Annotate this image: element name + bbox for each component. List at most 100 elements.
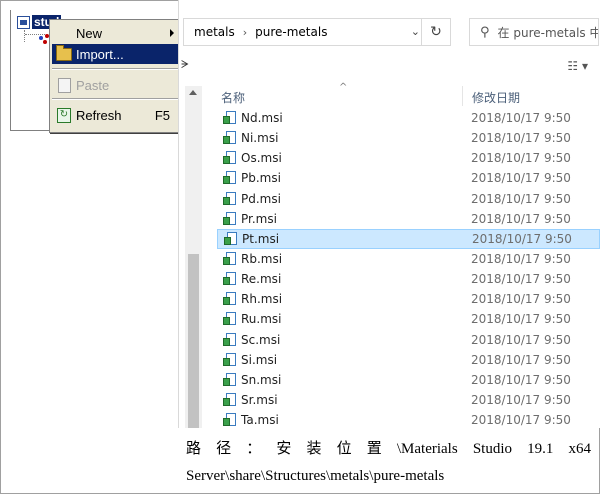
file-list: Nd.msi 2018/10/17 9:50 Ni.msi 2018/10/17 9:… [217,108,600,430]
menu-separator [52,98,178,100]
caption-word: 19.1 [527,441,554,457]
file-date: 2018/10/17 9:50 [471,372,571,387]
file-name: Rh.msi [241,292,283,307]
file-row[interactable]: Ru.msi 2018/10/17 9:50 [217,309,600,329]
file-name: Sc.msi [241,332,281,347]
file-row[interactable]: Pt.msi 2018/10/17 9:50 [217,228,600,249]
msi-file-icon [223,413,237,427]
file-name: Os.msi [241,151,282,166]
file-row[interactable]: Pr.msi 2018/10/17 9:50 [217,209,600,229]
file-name: Re.msi [241,272,282,287]
file-name: Pt.msi [242,231,280,246]
caption-word: 置 [366,441,382,457]
file-name: Ni.msi [241,131,279,146]
search-input[interactable]: 在 pure-metals 中 [498,24,598,41]
file-date: 2018/10/17 9:50 [471,352,571,367]
menu-item-shortcut: F5 [154,107,170,123]
caption-word: 路 [186,441,202,457]
file-name: Nd.msi [241,111,283,126]
file-row[interactable]: Rh.msi 2018/10/17 9:50 [217,289,600,309]
breadcrumb-metals[interactable]: metals [194,25,235,39]
toolbar-overflow-icon[interactable]: ᗒ [181,58,189,72]
file-date: 2018/10/17 9:50 [471,272,571,287]
file-row[interactable]: Sn.msi 2018/10/17 9:50 [217,370,600,390]
file-date: 2018/10/17 9:50 [471,312,571,327]
file-row[interactable]: Ta.msi 2018/10/17 9:50 [217,410,600,430]
caption-word: 径 [216,441,232,457]
msi-file-icon [223,131,237,145]
msi-file-icon [223,332,237,347]
file-name: Pr.msi [241,211,277,226]
column-divider[interactable] [462,86,463,106]
menu-item-paste[interactable]: Paste [52,75,178,95]
file-explorer: metals › pure-metals ⌄ ↻ ⚲ 在 pure-metals… [178,0,600,428]
scroll-thumb[interactable] [188,254,199,428]
menu-item-import[interactable]: Import... [52,44,178,64]
msi-file-icon [223,372,237,387]
msi-file-icon [223,272,237,286]
file-row[interactable]: Os.msi 2018/10/17 9:50 [217,148,600,168]
file-date: 2018/10/17 9:50 [471,171,571,186]
context-menu: New Import... Paste ↻ Refresh F5 [49,19,181,133]
chevron-down-icon[interactable]: ⌄ [411,25,420,38]
caption-word: 装 [306,441,322,457]
file-row[interactable]: Nd.msi 2018/10/17 9:50 [217,108,600,128]
view-options-button[interactable]: ☷ ▾ [567,59,588,73]
menu-item-label: Refresh [76,107,122,123]
msi-file-icon [223,171,237,185]
file-name: Si.msi [241,352,278,367]
msi-file-icon [223,111,237,125]
file-name: Ru.msi [241,312,282,327]
file-date: 2018/10/17 9:50 [471,131,571,146]
search-box[interactable]: ⚲ 在 pure-metals 中 [469,18,599,46]
menu-item-label: Paste [76,77,110,93]
caption-word: 安 [276,441,292,457]
caption: 路径 ： 安装位置 \Materials Studio 19.1 x64 Server\sh… [186,436,591,490]
file-row[interactable]: Sr.msi 2018/10/17 9:50 [217,390,600,410]
file-date: 2018/10/17 9:50 [471,252,571,267]
file-row[interactable]: Ni.msi 2018/10/17 9:50 [217,128,600,148]
menu-item-label: Import... [76,46,124,62]
scrollbar[interactable] [185,86,202,428]
folder-icon [56,44,72,62]
menu-item-refresh[interactable]: ↻ Refresh F5 [52,105,178,125]
project-icon [17,15,30,29]
file-name: Sr.msi [241,393,278,408]
tree-connector [24,30,26,42]
msi-file-icon [223,292,237,306]
file-row[interactable]: Rb.msi 2018/10/17 9:50 [217,249,600,269]
menu-separator [52,68,178,70]
column-header-date[interactable]: 修改日期 [472,89,520,106]
chevron-right-icon[interactable]: › [243,26,247,39]
msi-file-icon [223,151,237,165]
caption-word: \Materials [396,441,458,457]
address-bar[interactable]: metals › pure-metals ⌄ ↻ [183,18,451,46]
refresh-icon: ↻ [56,107,72,123]
column-header-name[interactable]: 名称 [221,89,245,106]
msi-file-icon [223,352,237,367]
file-name: Rb.msi [241,252,283,267]
file-date: 2018/10/17 9:50 [471,111,571,126]
file-row[interactable]: Pb.msi 2018/10/17 9:50 [217,168,600,188]
refresh-button[interactable]: ↻ [421,19,450,45]
file-date: 2018/10/17 9:50 [471,191,571,206]
paste-icon [56,77,72,93]
file-row[interactable]: Sc.msi 2018/10/17 9:50 [217,330,600,350]
file-date: 2018/10/17 9:50 [471,211,571,226]
file-row[interactable]: Si.msi 2018/10/17 9:50 [217,350,600,370]
msi-file-icon [223,312,237,326]
file-row[interactable]: Re.msi 2018/10/17 9:50 [217,269,600,289]
msi-file-icon [224,231,238,246]
menu-item-new[interactable]: New [52,23,178,43]
caption-word: x64 [568,441,591,457]
caption-line-2: Server\share\Structures\metals\pure-meta… [186,468,445,484]
file-name: Pb.msi [241,171,281,186]
file-row[interactable]: Pd.msi 2018/10/17 9:50 [217,189,600,209]
file-name: Pd.msi [241,191,281,206]
caption-line-1: 路径 ： 安装位置 \Materials Studio 19.1 x64 [186,436,591,463]
file-name: Sn.msi [241,372,282,387]
file-date: 2018/10/17 9:50 [472,231,572,246]
blank-icon [56,25,72,41]
breadcrumb-pure-metals[interactable]: pure-metals [255,25,327,39]
caption-word: Studio [472,441,512,457]
